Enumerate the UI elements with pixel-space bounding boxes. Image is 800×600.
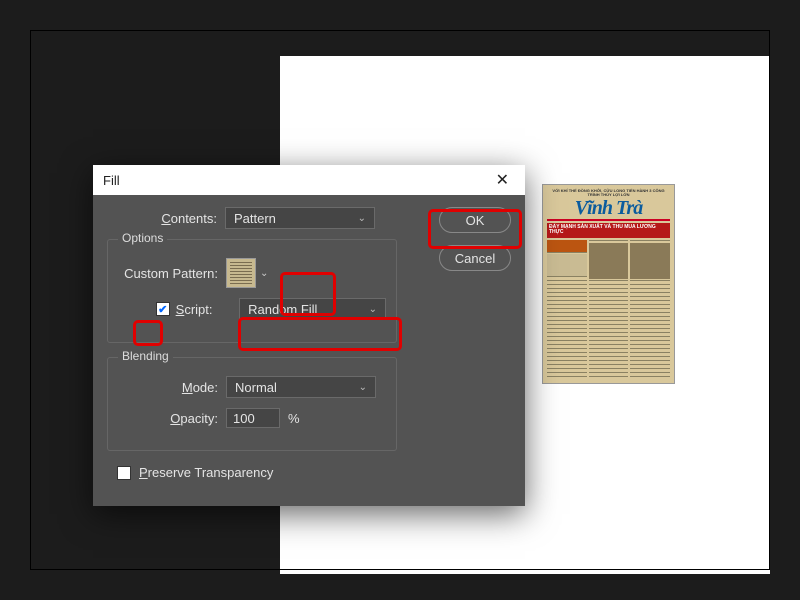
opacity-label: Opacity: (118, 411, 226, 426)
newspaper-bar (547, 219, 670, 221)
dialog-title: Fill (103, 173, 120, 188)
script-checkbox[interactable]: ✔ (156, 302, 170, 316)
close-icon[interactable]: ✕ (490, 170, 515, 190)
newspaper-title: Vĩnh Trà (547, 199, 670, 217)
newspaper-banner: ĐẨY MẠNH SẢN XUẤT VÀ THU MUA LƯƠNG THỰC (547, 223, 670, 238)
preserve-transparency-label: Preserve Transparency (139, 465, 273, 480)
chevron-down-icon: ⌄ (369, 304, 377, 315)
custom-pattern-swatch[interactable] (226, 258, 256, 288)
chevron-down-icon: ⌄ (358, 213, 366, 224)
script-label: Script: (176, 302, 224, 317)
opacity-suffix: % (288, 411, 300, 426)
chevron-down-icon[interactable]: ⌄ (260, 268, 268, 279)
custom-pattern-label: Custom Pattern: (118, 266, 226, 281)
opacity-input[interactable] (226, 408, 280, 428)
fill-dialog: Fill ✕ OK Cancel Contents: Pattern ⌄ Opt… (93, 165, 525, 506)
chevron-down-icon: ⌄ (359, 382, 367, 393)
mode-label: Mode: (118, 380, 226, 395)
dialog-titlebar[interactable]: Fill ✕ (93, 165, 525, 195)
cancel-button[interactable]: Cancel (439, 245, 511, 271)
document-preview-newspaper: VỚI KHÍ THẾ ĐỒNG KHỞI, CỬU LONG TIẾN HÀN… (542, 184, 675, 384)
ok-button[interactable]: OK (439, 207, 511, 233)
blending-legend: Blending (118, 349, 173, 363)
options-legend: Options (118, 231, 167, 245)
contents-label: Contents: (107, 211, 225, 226)
script-dropdown[interactable]: Random Fill ⌄ (239, 298, 386, 320)
mode-dropdown[interactable]: Normal ⌄ (226, 376, 376, 398)
preserve-transparency-checkbox[interactable]: ✔ (117, 466, 131, 480)
contents-dropdown[interactable]: Pattern ⌄ (225, 207, 375, 229)
